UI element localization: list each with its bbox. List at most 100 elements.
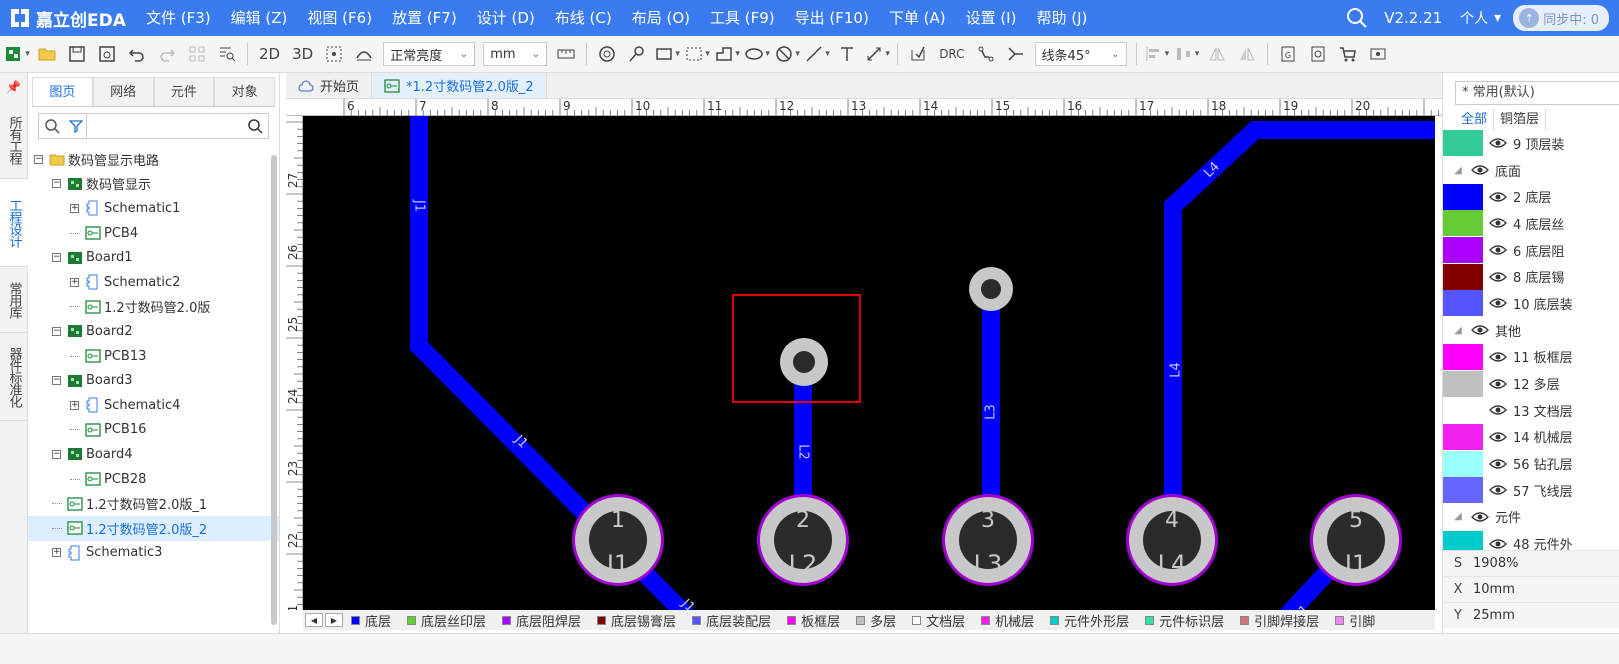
layer-bar-item[interactable]: 引脚 [1327, 611, 1383, 630]
layer-row[interactable]: 48 元件外 [1443, 530, 1619, 550]
collapse-icon[interactable]: ◢ [1451, 165, 1465, 176]
layer-bar-item[interactable]: 引脚焊接层 [1232, 611, 1327, 630]
pin-button[interactable] [622, 39, 652, 69]
region-tool-button[interactable] [682, 39, 712, 69]
tree-item[interactable]: PCB4 [28, 221, 279, 246]
open-button[interactable] [32, 39, 62, 69]
eye-icon[interactable] [1483, 538, 1513, 550]
tab-start-page[interactable]: 开始页 [286, 73, 373, 98]
trace-label[interactable]: L4 [1169, 362, 1184, 378]
tree-item[interactable]: − Board2 [28, 319, 279, 344]
layer-color-swatch[interactable] [1443, 210, 1483, 237]
layer-color-swatch[interactable] [1443, 397, 1483, 424]
polygon-tool-button[interactable] [712, 39, 742, 69]
layer-group-row[interactable]: ◢ 底面 [1443, 157, 1619, 184]
filter-icon[interactable] [65, 114, 87, 138]
save-all-button[interactable] [92, 39, 122, 69]
tab-all-projects[interactable]: 所有工程 [0, 101, 28, 179]
pin-panel-icon[interactable]: 📌 [0, 73, 27, 101]
eye-icon[interactable] [1465, 164, 1495, 176]
layer-row[interactable]: 57 飞线层 [1443, 477, 1619, 504]
tab-all-layers[interactable]: 全部 [1455, 109, 1495, 131]
pad-net-label[interactable]: J1 [1343, 550, 1367, 578]
eye-icon[interactable] [1483, 458, 1513, 470]
order-smt-button[interactable] [1363, 39, 1393, 69]
tree-item[interactable]: + Schematic4 [28, 393, 279, 418]
view-2d-button[interactable]: 2D [253, 39, 286, 69]
layer-bar-item[interactable]: 底层阻焊层 [494, 611, 589, 630]
pad-number[interactable]: 3 [981, 508, 995, 533]
tree-item[interactable]: − Board3 [28, 368, 279, 393]
distribute-button[interactable] [1172, 39, 1202, 69]
layer-row[interactable]: 11 板框层 [1443, 343, 1619, 371]
expand-icon[interactable]: + [70, 203, 79, 213]
tree-item[interactable]: 1.2寸数码管2.0版_1 [28, 491, 279, 516]
route-button[interactable] [971, 39, 1001, 69]
search-icon[interactable] [1346, 7, 1368, 29]
tree-item[interactable]: + Schematic3 [28, 541, 279, 566]
tab-objects[interactable]: 对象 [214, 77, 275, 106]
eye-icon[interactable] [1483, 404, 1513, 416]
layer-preset-select[interactable]: * 常用(默认) [1455, 81, 1619, 105]
layer-row[interactable]: 10 底层装 [1443, 290, 1619, 317]
dimension-tool-button[interactable] [862, 39, 892, 69]
pad-net-label[interactable]: L3 [974, 550, 1003, 578]
rect-tool-button[interactable] [652, 39, 682, 69]
menu-item-9[interactable]: 下单 (A) [879, 0, 956, 36]
layer-color-swatch[interactable] [1443, 290, 1483, 317]
tab-pcb-document[interactable]: *1.2寸数码管2.0版_2 [372, 73, 547, 98]
grid-button[interactable] [182, 39, 212, 69]
collapse-icon[interactable]: − [52, 376, 61, 386]
trace-label[interactable]: L2 [796, 444, 811, 460]
tree-item[interactable]: + Schematic1 [28, 196, 279, 221]
tree-item[interactable]: + Schematic2 [28, 270, 279, 295]
eye-icon[interactable] [1483, 351, 1513, 363]
forbidden-area-button[interactable] [772, 39, 802, 69]
layer-color-swatch[interactable] [1443, 370, 1483, 397]
eye-icon[interactable] [1483, 217, 1513, 229]
tree-item[interactable]: − 数码管显示电路 [28, 147, 279, 172]
layer-bar-item[interactable]: 机械层 [973, 611, 1042, 630]
user-menu[interactable]: 个人 ▾ [1460, 8, 1501, 28]
layer-bar-item[interactable]: 底层丝印层 [399, 611, 494, 630]
menu-item-11[interactable]: 帮助 (J) [1026, 0, 1097, 36]
pad-number[interactable]: 5 [1349, 508, 1363, 533]
layer-group-row[interactable]: ◢ 其他 [1443, 317, 1619, 344]
trace-l4[interactable] [1164, 121, 1435, 540]
layer-group-row[interactable]: ◢ 元件 [1443, 504, 1619, 531]
layer-row[interactable]: 4 底层丝 [1443, 210, 1619, 237]
expand-icon[interactable]: + [70, 277, 79, 287]
layer-bar-item[interactable]: 文档层 [904, 611, 973, 630]
select-area-button[interactable] [319, 39, 349, 69]
import-changes-button[interactable] [903, 39, 933, 69]
trace-label[interactable]: L3 [984, 404, 999, 420]
eye-icon[interactable] [1483, 271, 1513, 283]
tab-common-library[interactable]: 常用库 [0, 267, 28, 333]
layer-row[interactable]: 2 底层 [1443, 183, 1619, 210]
menu-item-4[interactable]: 设计 (D) [467, 0, 545, 36]
layer-color-swatch[interactable] [1443, 530, 1483, 550]
layer-bar-item[interactable]: 元件标识层 [1137, 611, 1232, 630]
eye-icon[interactable] [1483, 191, 1513, 203]
menu-item-6[interactable]: 布局 (O) [622, 0, 700, 36]
undo-button[interactable] [122, 39, 152, 69]
collapse-icon[interactable]: ◢ [1451, 511, 1465, 522]
pad-number[interactable]: 2 [796, 508, 810, 533]
layer-row[interactable]: 56 钻孔层 [1443, 450, 1619, 477]
menu-item-0[interactable]: 文件 (F3) [136, 0, 221, 36]
layer-row[interactable]: 9 顶层装 [1443, 130, 1619, 157]
tree-search-input[interactable] [87, 115, 242, 137]
menu-item-3[interactable]: 放置 (F7) [382, 0, 467, 36]
tree-item[interactable]: 1.2寸数码管2.0版_2 [28, 515, 279, 541]
pad-number[interactable]: 1 [611, 508, 625, 533]
eye-icon[interactable] [1483, 137, 1513, 149]
tree-item[interactable]: PCB13 [28, 344, 279, 369]
layer-color-swatch[interactable] [1443, 423, 1483, 450]
bom-export-button[interactable] [1303, 39, 1333, 69]
layer-bar-item[interactable]: 底层装配层 [684, 611, 779, 630]
collapse-icon[interactable]: − [34, 154, 43, 164]
tab-project-design[interactable]: 工程设计 [0, 179, 28, 267]
eye-icon[interactable] [1465, 324, 1495, 336]
collapse-icon[interactable]: ◢ [1451, 325, 1465, 336]
menu-item-5[interactable]: 布线 (C) [545, 0, 622, 36]
